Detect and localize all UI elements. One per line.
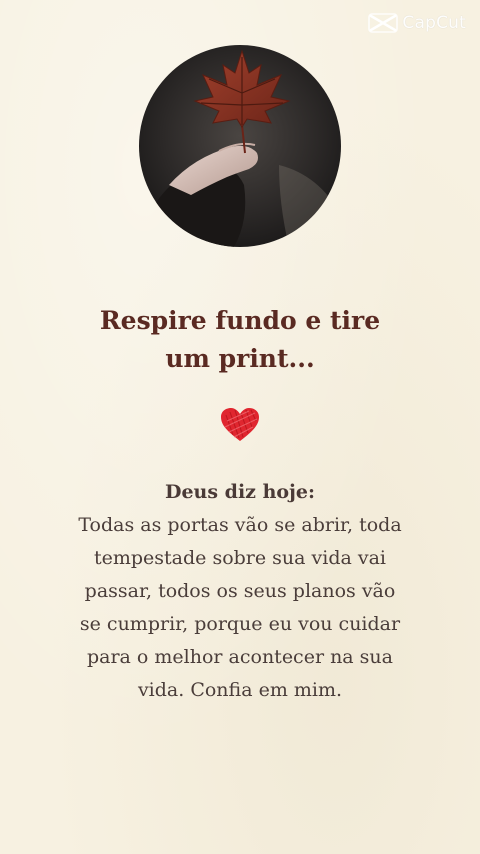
watermark-label: CapCut: [402, 13, 466, 33]
message-block: Deus diz hoje: Todas as portas vão se ab…: [40, 476, 440, 707]
message-line: vida. Confia em mim.: [137, 679, 343, 701]
capcut-logo-icon: [368, 12, 399, 34]
message-line: tempestade sobre sua vida vai: [93, 547, 386, 569]
title-line: um print...: [165, 344, 315, 373]
heart-icon: [219, 407, 261, 443]
message-line: para o melhor acontecer na sua: [86, 646, 393, 668]
message-line: se cumprir, porque eu vou cuidar: [79, 613, 401, 635]
profile-photo: [139, 45, 341, 247]
title-line: Respire fundo e tire: [99, 306, 381, 335]
message-line: Todas as portas vão se abrir, toda: [78, 514, 402, 536]
message-heading: Deus diz hoje:: [164, 481, 316, 503]
message-line: passar, todos os seus planos vão: [84, 580, 396, 602]
page-title: Respire fundo e tire um print...: [60, 302, 420, 378]
capcut-watermark: CapCut: [368, 12, 466, 34]
